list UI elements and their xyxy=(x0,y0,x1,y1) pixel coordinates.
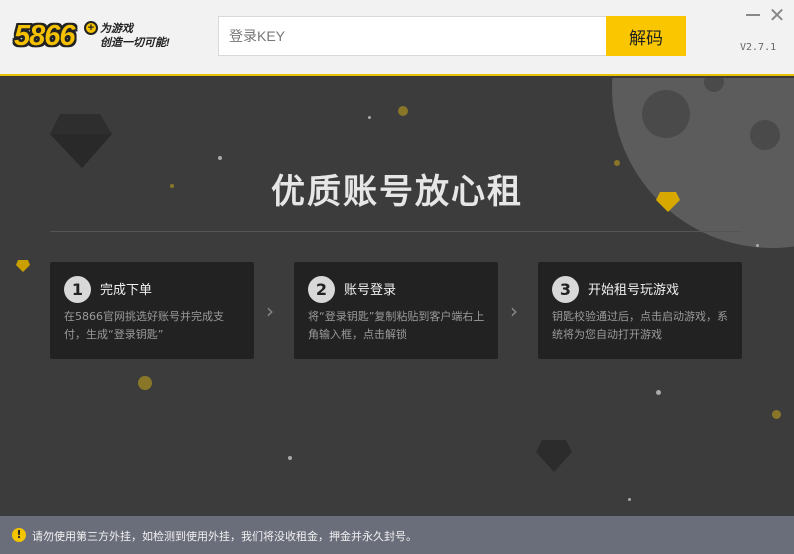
step-description: 将“登录钥匙”复制粘贴到客户端右上角输入框，点击解锁 xyxy=(308,310,485,341)
star-dot xyxy=(138,376,152,390)
gem-yellow-small xyxy=(16,260,30,272)
chevron-right-icon: › xyxy=(510,299,518,323)
step-card-2: 2 账号登录 将“登录钥匙”复制粘贴到客户端右上角输入框，点击解锁 xyxy=(294,262,498,359)
star-dot xyxy=(218,156,222,160)
key-input-box: 解码 xyxy=(218,16,686,56)
step-description: 在5866官网挑选好账号并完成支付，生成“登录钥匙” xyxy=(64,310,224,341)
logo-slogan: 为游戏 创造一切可能! xyxy=(100,22,180,50)
gem-shape-small xyxy=(536,440,572,472)
star-dot xyxy=(656,390,661,395)
login-key-input[interactable] xyxy=(219,17,607,55)
decode-button[interactable]: 解码 xyxy=(606,16,686,56)
hero-title: 优质账号放心租 xyxy=(271,172,523,212)
version-label: V2.7.1 xyxy=(740,42,777,53)
star-dot xyxy=(628,498,631,501)
divider xyxy=(50,231,742,232)
warning-bar: ! 请勿使用第三方外挂，如检测到使用外挂，我们将没收租金，押金并永久封号。 xyxy=(0,516,794,554)
chevron-right-icon: › xyxy=(266,299,274,323)
logo: 5866 + 为游戏 创造一切可能! xyxy=(14,20,184,60)
step-card-1: 1 完成下单 在5866官网挑选好账号并完成支付，生成“登录钥匙” xyxy=(50,262,254,359)
step-title: 开始租号玩游戏 xyxy=(588,283,680,298)
step-title: 完成下单 xyxy=(100,283,153,298)
logo-number: 5866 xyxy=(14,20,76,52)
step-card-3: 3 开始租号玩游戏 钥匙校验通过后，点击启动游戏，系统将为您自动打开游戏 xyxy=(538,262,742,359)
step-description: 钥匙校验通过后，点击启动游戏，系统将为您自动打开游戏 xyxy=(552,310,728,341)
moon-crater xyxy=(642,90,690,138)
step-number-badge: 3 xyxy=(552,276,579,303)
star-dot xyxy=(368,116,371,119)
star-dot xyxy=(288,456,292,460)
title-bar: 5866 + 为游戏 创造一切可能! 解码 ✕ V2.7.1 xyxy=(0,0,794,76)
logo-slogan-line2: 创造一切可能! xyxy=(100,37,170,49)
minimize-button[interactable] xyxy=(746,14,760,16)
warning-icon: ! xyxy=(12,528,26,542)
moon-crater xyxy=(750,120,780,150)
close-button[interactable]: ✕ xyxy=(768,5,786,25)
step-number-badge: 1 xyxy=(64,276,91,303)
step-number-badge: 2 xyxy=(308,276,335,303)
star-dot xyxy=(398,106,408,116)
logo-plus-icon: + xyxy=(84,21,98,35)
step-title: 账号登录 xyxy=(344,283,397,298)
star-dot xyxy=(772,410,781,419)
logo-slogan-line1: 为游戏 xyxy=(100,23,133,35)
main-panel: 优质账号放心租 1 完成下单 在5866官网挑选好账号并完成支付，生成“登录钥匙… xyxy=(0,78,794,516)
moon-decoration xyxy=(612,78,794,248)
warning-text: 请勿使用第三方外挂，如检测到使用外挂，我们将没收租金，押金并永久封号。 xyxy=(32,530,417,543)
star-dot xyxy=(756,244,759,247)
gem-shape-large xyxy=(50,114,112,168)
